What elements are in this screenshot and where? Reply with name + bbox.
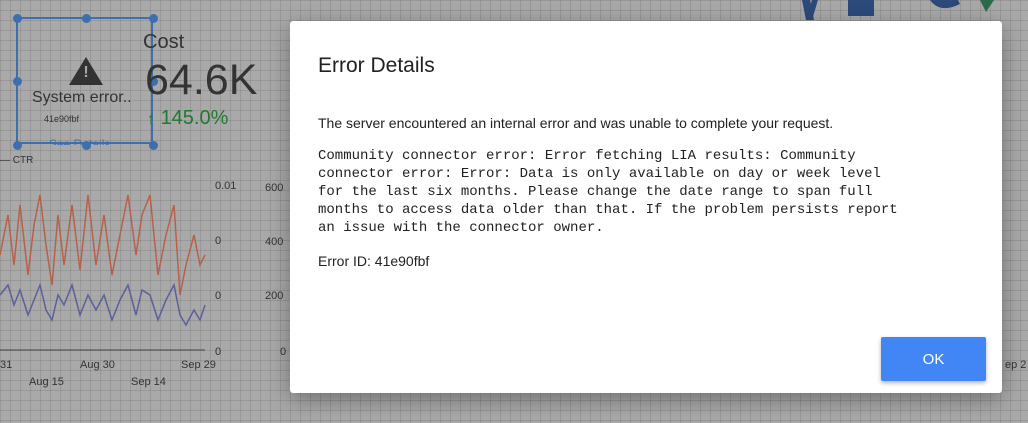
x-axis-tick: Sep 14 (131, 376, 166, 388)
error-widget[interactable]: ! System error.. 41e90fbf See Details (13, 14, 158, 150)
legend-item-ctr: — CTR (0, 155, 34, 166)
see-details-link[interactable]: See Details (49, 137, 110, 145)
axis-tick: 0 (215, 346, 222, 358)
play-icon (980, 0, 994, 12)
facebook-icon (848, 0, 874, 16)
widget-error-title: System error.. (32, 89, 132, 106)
dialog-title: Error Details (318, 54, 435, 77)
twitter-icon (930, 0, 960, 9)
series-line-blue (0, 282, 206, 327)
x-axis-tick: Sep 29 (181, 359, 216, 371)
resize-handle[interactable] (82, 14, 91, 23)
axis-tick: 400 (265, 236, 284, 248)
adwords-icon (802, 0, 818, 20)
ok-button[interactable]: OK (881, 337, 986, 381)
resize-handle[interactable] (149, 141, 158, 150)
axis-tick: 200 (265, 290, 284, 302)
error-id: Error ID: 41e90fbf (318, 253, 430, 269)
axis-tick: 0 (215, 290, 222, 302)
kpi-label: Cost (143, 31, 185, 53)
kpi-delta: ↑ 145.0% (147, 107, 229, 129)
x-axis-tick: Aug 15 (29, 376, 64, 388)
resize-handle[interactable] (13, 14, 22, 23)
error-details-text: Community connector error: Error fetchin… (318, 148, 898, 236)
resize-handle[interactable] (149, 14, 158, 23)
dialog-message: The server encountered an internal error… (318, 115, 834, 131)
series-line-orange (0, 194, 206, 296)
kpi-value: 64.6K (145, 56, 258, 104)
resize-handle[interactable] (13, 77, 22, 86)
axis-tick: 0 (280, 346, 287, 358)
axis-tick: 0 (215, 235, 222, 247)
x-axis-tick: Aug 30 (80, 359, 115, 371)
x-axis-tick: 31 (0, 359, 13, 371)
axis-tick: 600 (265, 182, 284, 194)
social-icons (802, 0, 994, 20)
time-series-chart (0, 194, 206, 351)
error-details-dialog: Error Details The server encountered an … (290, 21, 1002, 393)
x-axis-tick: ep 2 (1005, 359, 1027, 371)
widget-error-id: 41e90fbf (44, 114, 80, 124)
arrow-up-icon: ↑ (147, 111, 155, 128)
axis-tick: 0.01 (215, 180, 237, 192)
resize-handle[interactable] (13, 141, 22, 150)
